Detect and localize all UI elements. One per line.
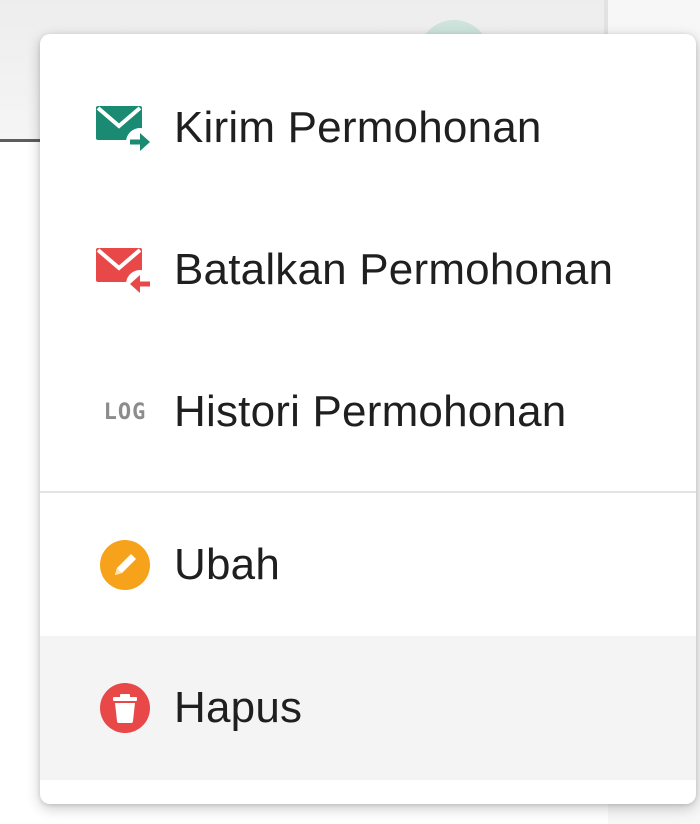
menu-item-histori-permohonan[interactable]: LOG Histori Permohonan — [40, 340, 696, 484]
menu-item-ubah[interactable]: Ubah — [40, 493, 696, 637]
menu-item-batalkan-permohonan[interactable]: Batalkan Permohonan — [40, 198, 696, 342]
menu-item-label: Hapus — [174, 683, 303, 732]
menu-item-label: Kirim Permohonan — [174, 103, 542, 152]
menu-item-kirim-permohonan[interactable]: Kirim Permohonan — [40, 56, 696, 200]
menu-item-label: Histori Permohonan — [174, 387, 567, 436]
menu-item-label: Ubah — [174, 540, 280, 589]
context-menu: Kirim Permohonan Batalkan Permohonan LOG… — [40, 34, 696, 804]
menu-item-hapus[interactable]: Hapus — [40, 636, 696, 780]
log-icon: LOG — [94, 384, 156, 440]
edit-pencil-icon — [94, 537, 156, 593]
background-page: Kirim Permohonan Batalkan Permohonan LOG… — [0, 0, 700, 824]
menu-item-label: Batalkan Permohonan — [174, 245, 614, 294]
delete-trash-icon — [94, 680, 156, 736]
log-icon-text: LOG — [103, 399, 147, 425]
send-mail-icon — [94, 100, 156, 156]
cancel-mail-icon — [94, 242, 156, 298]
